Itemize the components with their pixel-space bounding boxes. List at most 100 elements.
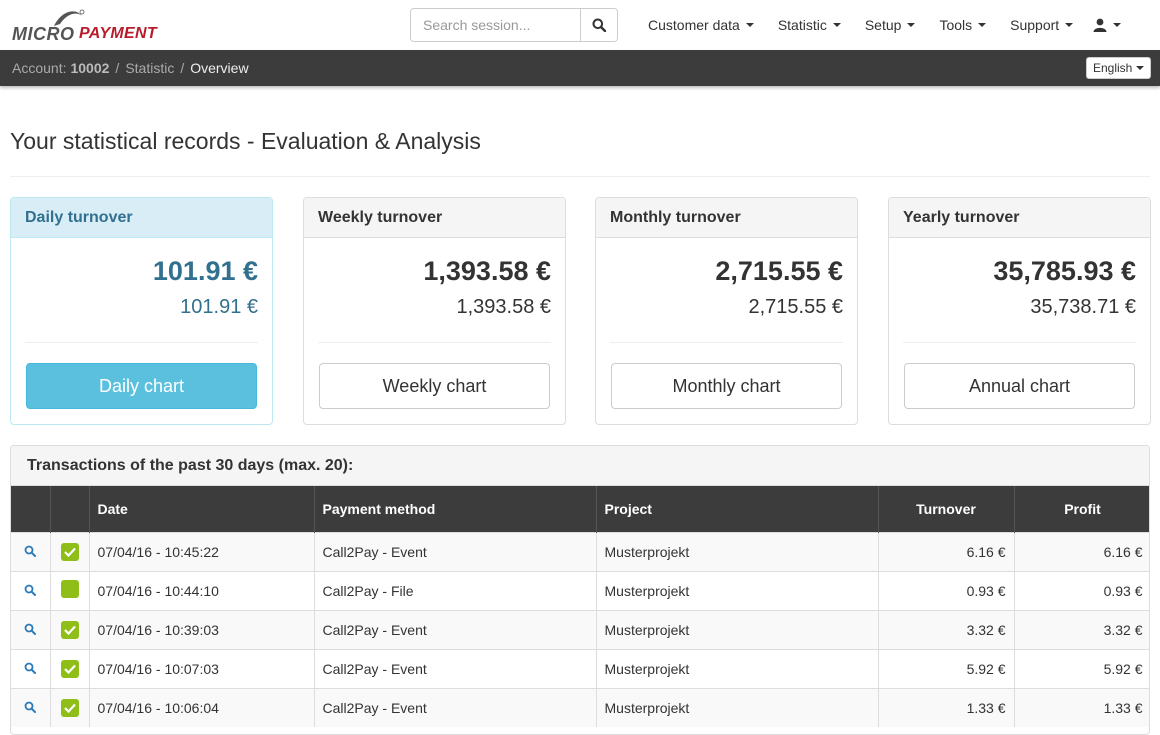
transactions-panel: Transactions of the past 30 days (max. 2… <box>10 445 1150 735</box>
breadcrumb-account-label: Account: <box>12 60 67 76</box>
user-icon <box>1093 18 1107 32</box>
column-header-view <box>11 486 51 532</box>
view-transaction-button[interactable] <box>11 687 51 727</box>
table-row: 07/04/16 - 10:07:03 Call2Pay - Event Muste… <box>11 648 1149 688</box>
search-icon <box>592 18 606 32</box>
language-select[interactable]: English <box>1086 57 1151 79</box>
caret-down-icon <box>745 23 754 27</box>
column-header-date[interactable]: Date <box>89 486 315 532</box>
cell-profit: 3.32 € <box>1014 609 1149 649</box>
status-cell <box>50 531 90 571</box>
table-header-row: Date Payment method Project Turnover Pro… <box>11 486 1149 532</box>
status-checked-icon <box>60 698 79 717</box>
transactions-title: Transactions of the past 30 days (max. 2… <box>11 446 1149 486</box>
divider <box>903 342 1136 343</box>
table-row: 07/04/16 - 10:39:03 Call2Pay - Event Muste… <box>11 609 1149 649</box>
table-row: 07/04/16 - 10:44:10 Call2Pay - File Muster… <box>11 570 1149 610</box>
language-value: English <box>1093 61 1133 75</box>
status-cell <box>50 609 90 649</box>
view-transaction-button[interactable] <box>11 609 51 649</box>
status-checked-icon <box>60 542 79 561</box>
main-menu: Customer data Statistic Setup Tools Supp… <box>636 0 1133 50</box>
column-header-payment-method[interactable]: Payment method <box>314 486 597 532</box>
card-title: Weekly turnover <box>304 198 565 238</box>
divider <box>25 342 258 343</box>
cell-turnover: 0.93 € <box>878 570 1015 610</box>
breadcrumb: Account: 10002 / Statistic / Overview <box>12 60 249 76</box>
annual-chart-button[interactable]: Annual chart <box>904 363 1135 409</box>
view-transaction-button[interactable] <box>11 648 51 688</box>
card-secondary-value: 2,715.55 € <box>748 296 843 318</box>
status-checked-icon <box>60 659 79 678</box>
menu-label: Support <box>1010 17 1060 33</box>
card-monthly-turnover: Monthly turnover 2,715.55 € 2,715.55 € M… <box>595 197 858 425</box>
cell-profit: 1.33 € <box>1014 687 1149 727</box>
breadcrumb-account-id: 10002 <box>70 60 110 76</box>
menu-label: Customer data <box>648 17 740 33</box>
top-navbar: MICRO PAYMENT Customer data Statistic Se… <box>0 0 1160 50</box>
column-header-turnover[interactable]: Turnover <box>878 486 1015 532</box>
brand-logo[interactable]: MICRO PAYMENT <box>12 8 162 44</box>
status-pending-icon <box>60 580 79 598</box>
daily-chart-button[interactable]: Daily chart <box>26 363 257 409</box>
cell-profit: 5.92 € <box>1014 648 1149 688</box>
breadcrumb-separator: / <box>180 60 185 76</box>
table-row: 07/04/16 - 10:45:22 Call2Pay - Event Muste… <box>11 531 1149 571</box>
cell-turnover: 3.32 € <box>878 609 1015 649</box>
magnifier-icon <box>24 545 37 557</box>
breadcrumb-separator: / <box>115 60 120 76</box>
view-transaction-button[interactable] <box>11 531 51 571</box>
menu-setup[interactable]: Setup <box>853 0 928 50</box>
magnifier-icon <box>24 584 37 596</box>
card-title: Monthly turnover <box>596 198 857 238</box>
column-header-profit[interactable]: Profit <box>1014 486 1149 532</box>
status-cell <box>50 648 90 688</box>
status-cell <box>50 687 90 727</box>
user-menu[interactable] <box>1085 0 1133 50</box>
breadcrumb-account[interactable]: Account: 10002 <box>12 60 109 76</box>
menu-customer-data[interactable]: Customer data <box>636 0 766 50</box>
transactions-table: Date Payment method Project Turnover Pro… <box>11 486 1149 727</box>
menu-statistic[interactable]: Statistic <box>766 0 853 50</box>
status-cell <box>50 570 90 610</box>
magnifier-icon <box>24 701 37 713</box>
cell-project: Musterprojekt <box>596 609 879 649</box>
weekly-chart-button[interactable]: Weekly chart <box>319 363 550 409</box>
cell-payment-method: Call2Pay - Event <box>314 609 597 649</box>
caret-down-icon <box>1136 66 1145 70</box>
column-header-status <box>50 486 90 532</box>
table-row: 07/04/16 - 10:06:04 Call2Pay - Event Muste… <box>11 687 1149 727</box>
card-primary-value: 35,785.93 € <box>993 256 1136 286</box>
divider <box>318 342 551 343</box>
menu-support[interactable]: Support <box>998 0 1085 50</box>
cell-payment-method: Call2Pay - File <box>314 570 597 610</box>
cell-project: Musterprojekt <box>596 531 879 571</box>
divider <box>10 176 1150 177</box>
cell-payment-method: Call2Pay - Event <box>314 687 597 727</box>
monthly-chart-button[interactable]: Monthly chart <box>611 363 842 409</box>
brand-name-payment: PAYMENT <box>79 25 157 42</box>
menu-tools[interactable]: Tools <box>927 0 998 50</box>
cell-project: Musterprojekt <box>596 570 879 610</box>
card-primary-value: 1,393.58 € <box>423 256 551 286</box>
view-transaction-button[interactable] <box>11 570 51 610</box>
column-header-project[interactable]: Project <box>596 486 879 532</box>
search-button[interactable] <box>580 9 617 41</box>
cell-profit: 0.93 € <box>1014 570 1149 610</box>
search-input[interactable] <box>411 9 580 41</box>
card-secondary-value: 1,393.58 € <box>456 296 551 318</box>
card-weekly-turnover: Weekly turnover 1,393.58 € 1,393.58 € We… <box>303 197 566 425</box>
caret-down-icon <box>1065 23 1074 27</box>
card-primary-value: 101.91 € <box>152 256 258 286</box>
cell-date: 07/04/16 - 10:06:04 <box>89 687 315 727</box>
card-yearly-turnover: Yearly turnover 35,785.93 € 35,738.71 € … <box>888 197 1151 425</box>
card-daily-turnover: Daily turnover 101.91 € 101.91 € Daily c… <box>10 197 273 425</box>
menu-label: Tools <box>939 17 973 33</box>
breadcrumb-current: Overview <box>190 60 249 76</box>
cell-date: 07/04/16 - 10:07:03 <box>89 648 315 688</box>
breadcrumb-statistic[interactable]: Statistic <box>125 60 174 76</box>
session-search <box>410 8 618 42</box>
page-title: Your statistical records - Evaluation & … <box>10 128 481 154</box>
cell-turnover: 6.16 € <box>878 531 1015 571</box>
cell-date: 07/04/16 - 10:45:22 <box>89 531 315 571</box>
